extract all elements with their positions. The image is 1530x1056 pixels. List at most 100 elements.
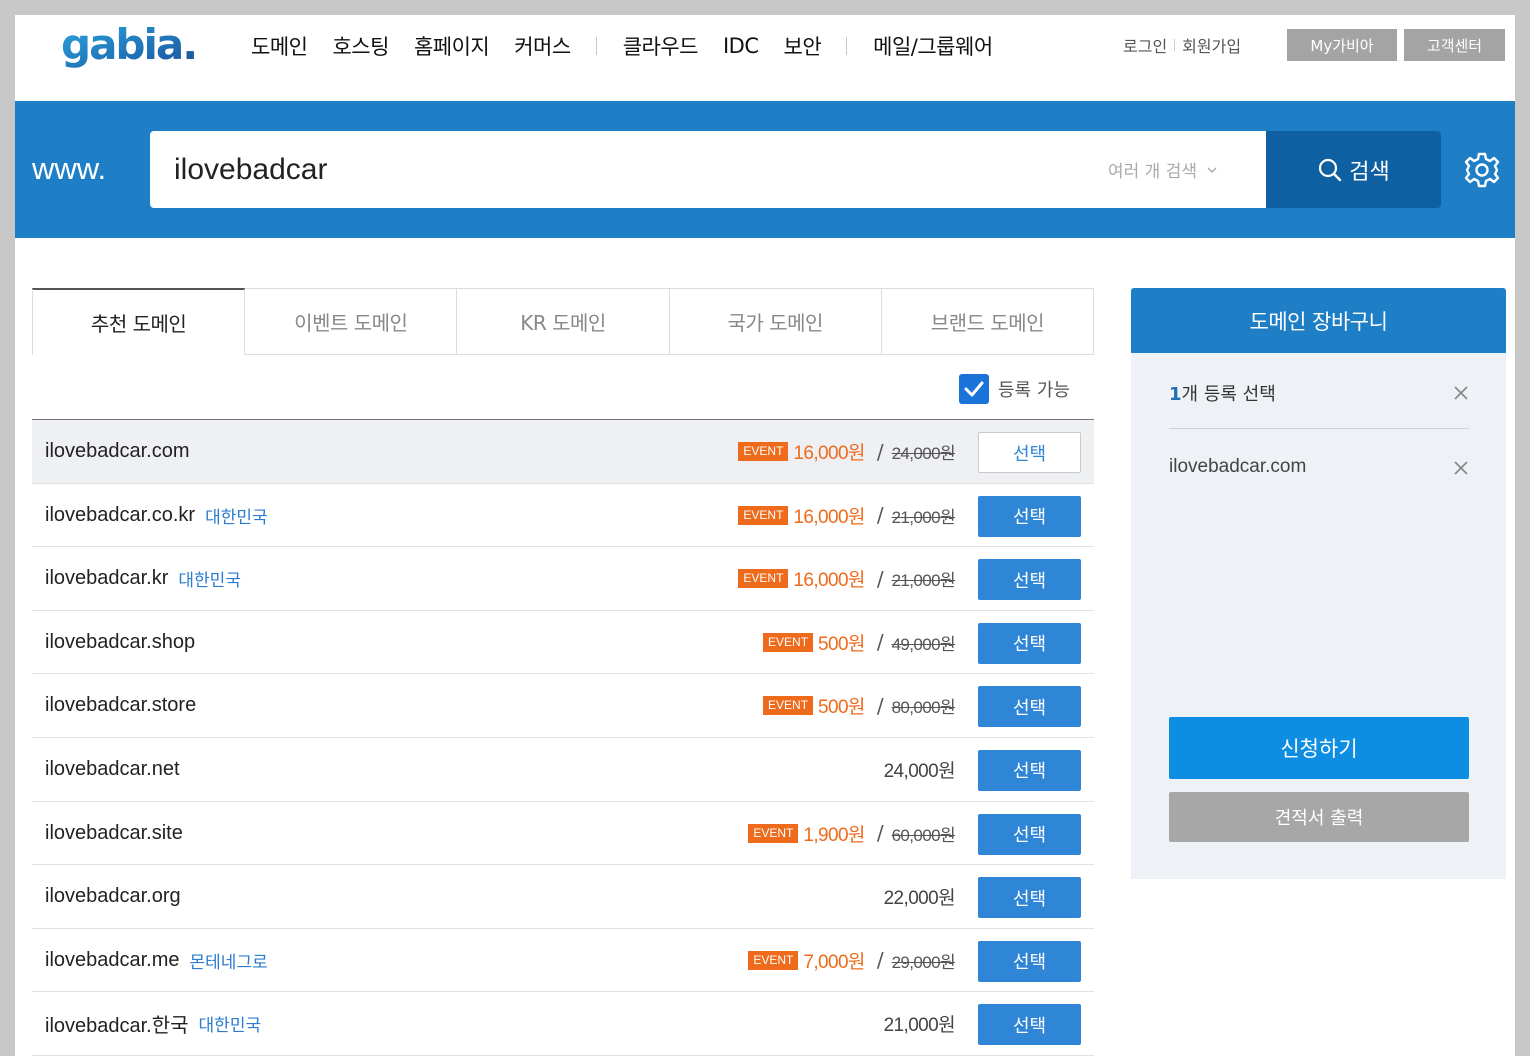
cart-count: 1 [1169,384,1182,405]
checkmark-icon [964,381,984,397]
select-button[interactable]: 선택 [978,813,1081,855]
price-separator: / [876,821,884,846]
country-label: 대한민국 [178,571,241,591]
site-header: gabia. 도메인 호스팅 홈페이지 커머스 클라우드 IDC 보안 메일/그… [15,15,1515,101]
tab-country[interactable]: 국가 도메인 [669,288,882,355]
nav-cloud[interactable]: 클라우드 [623,31,699,61]
multi-search-label: 여러 개 검색 [1108,162,1198,182]
domain-name: ilovebadcar.shop [45,630,196,653]
tab-event[interactable]: 이벤트 도메인 [245,288,458,355]
select-button[interactable]: 선택 [978,432,1081,473]
clear-cart-close-icon[interactable] [1453,385,1469,401]
sale-price: 500원 [818,697,865,719]
my-gabia-button[interactable]: My가비아 [1287,29,1397,61]
event-badge: EVENT [738,569,789,589]
domain-cart: 도메인 장바구니 1개 등록 선택 ilovebadcar.com 신청하기 견… [1131,288,1506,879]
select-button[interactable]: 선택 [978,622,1081,664]
nav-commerce[interactable]: 커머스 [514,31,571,61]
nav-mail-groupware[interactable]: 메일/그룹웨어 [873,31,993,61]
price-cell: EVENT 7,000원 / 29,000원 [748,929,956,992]
svg-text:gabia.: gabia. [61,20,196,69]
domain-cell: ilovebadcar.kr 대한민국 [45,547,241,610]
select-button[interactable]: 선택 [978,1004,1081,1046]
select-button[interactable]: 선택 [978,686,1081,728]
event-badge: EVENT [738,505,789,525]
cart-divider [1169,428,1469,429]
domain-results-list: ilovebadcar.com EVENT 16,000원/24,000원 선택 ilo… [32,419,1094,1056]
signup-link[interactable]: 회원가입 [1182,33,1241,57]
domain-cell: ilovebadcar.site [45,802,183,865]
main-nav: 도메인 호스팅 홈페이지 커머스 클라우드 IDC 보안 메일/그룹웨어 [251,29,1018,63]
price: 22,000원 [883,888,956,910]
nav-hosting[interactable]: 호스팅 [332,31,389,61]
available-filter[interactable]: 등록 가능 [959,374,1070,404]
domain-name: ilovebadcar.net [45,757,180,780]
multi-search-toggle[interactable]: 여러 개 검색 [1108,157,1217,182]
select-button[interactable]: 선택 [978,940,1081,982]
domain-cell: ilovebadcar.net [45,738,180,801]
original-price: 21,000원 [891,571,956,591]
domain-name: ilovebadcar.me [45,948,180,971]
cart-summary-text: 개 등록 선택 [1181,384,1276,405]
event-badge: EVENT [763,632,814,652]
event-badge: EVENT [748,823,799,843]
original-price: 24,000원 [891,444,956,463]
select-button[interactable]: 선택 [978,495,1081,537]
table-row: ilovebadcar.store EVENT 500원 / 80,000원 선택 [32,674,1094,738]
price-separator: / [876,566,884,591]
search-button[interactable]: 검색 [1266,131,1441,208]
original-price: 21,000원 [891,507,956,527]
domain-cell: ilovebadcar.com [45,420,190,483]
domain-tabs: 추천 도메인 이벤트 도메인 KR 도메인 국가 도메인 브랜드 도메인 [32,288,1095,355]
nav-domain[interactable]: 도메인 [251,31,308,61]
domain-name: ilovebadcar.한국 [45,1015,189,1038]
nav-idc[interactable]: IDC [723,34,759,58]
nav-security[interactable]: 보안 [784,31,822,61]
select-button[interactable]: 선택 [978,877,1081,919]
price-cell: EVENT 500원 / 80,000원 [763,674,956,737]
support-button[interactable]: 고객센터 [1404,29,1505,61]
country-label: 대한민국 [205,507,268,527]
chevron-down-icon [1207,167,1217,173]
available-filter-label: 등록 가능 [998,380,1070,401]
domain-name: ilovebadcar.co.kr [45,503,196,526]
domain-cell: ilovebadcar.me 몬테네그로 [45,929,268,992]
search-icon [1319,158,1342,181]
price-cell: EVENT 500원 / 49,000원 [763,611,956,674]
price-cell: 22,000원 [883,865,956,928]
sale-price: 1,900원 [803,824,865,846]
domain-name: ilovebadcar.com [45,440,190,462]
original-price: 29,000원 [891,952,956,972]
tab-kr[interactable]: KR 도메인 [457,288,670,355]
table-row: ilovebadcar.com EVENT 16,000원 / 24,000원 선택 [32,420,1094,484]
original-price: 49,000원 [891,634,956,654]
sale-price: 16,000원 [793,506,865,528]
nav-homepage[interactable]: 홈페이지 [414,31,490,61]
apply-button[interactable]: 신청하기 [1169,717,1469,779]
domain-search-input[interactable] [174,131,1074,208]
domain-cell: ilovebadcar.store [45,674,196,737]
cart-title: 도메인 장바구니 [1131,288,1506,353]
search-button-label: 검색 [1349,159,1390,185]
table-row: ilovebadcar.me 몬테네그로 EVENT 7,000원 / 29,000원 선택 [32,928,1094,993]
price-cell: EVENT 1,900원 / 60,000원 [748,802,956,865]
event-badge: EVENT [738,442,789,461]
available-checkbox[interactable] [959,374,989,404]
domain-name: ilovebadcar.site [45,821,183,844]
gabia-logo[interactable]: gabia. [59,19,219,79]
price-cell: EVENT 16,000원 / 21,000원 [738,484,956,547]
gear-icon[interactable] [1463,151,1501,189]
cart-item: ilovebadcar.com [1169,456,1307,477]
select-button[interactable]: 선택 [978,559,1081,601]
table-row: ilovebadcar.한국 대한민국 21,000원 선택 [32,992,1094,1056]
domain-cell: ilovebadcar.shop [45,611,195,674]
tab-brand[interactable]: 브랜드 도메인 [881,288,1095,355]
select-button[interactable]: 선택 [978,749,1081,791]
table-row: ilovebadcar.site EVENT 1,900원 / 60,000원 선택 [32,801,1094,866]
tab-recommended[interactable]: 추천 도메인 [32,288,246,355]
nav-divider [846,37,848,55]
quote-print-button[interactable]: 견적서 출력 [1169,792,1469,842]
login-link[interactable]: 로그인 [1123,33,1167,57]
remove-item-close-icon[interactable] [1453,460,1469,476]
cart-summary: 1개 등록 선택 [1169,380,1276,406]
